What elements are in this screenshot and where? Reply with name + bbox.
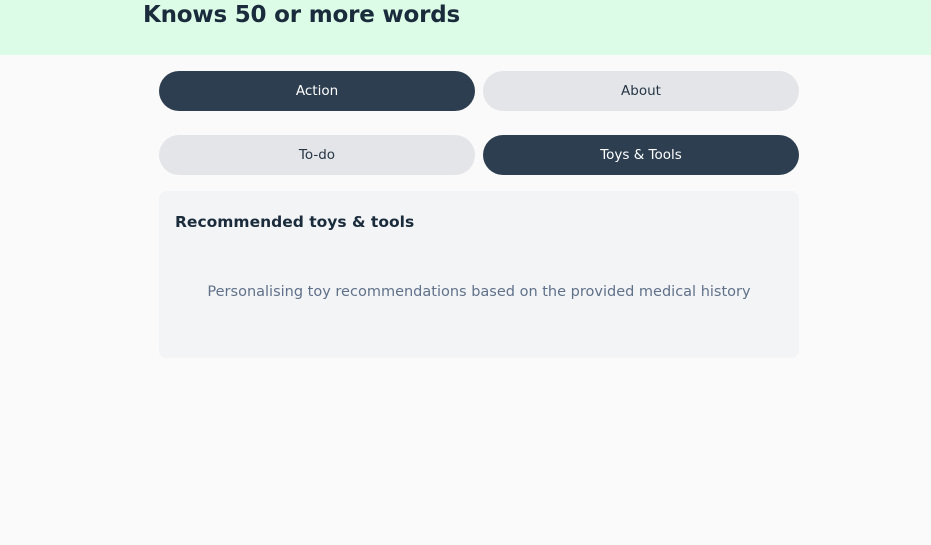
milestone-title: Knows 50 or more words (143, 2, 460, 28)
tab-action[interactable]: Action (159, 71, 475, 111)
recommended-toys-card: Recommended toys & tools Personalising t… (159, 191, 799, 358)
milestone-header: Knows 50 or more words (0, 0, 931, 55)
tab-todo[interactable]: To-do (159, 135, 475, 175)
card-title: Recommended toys & tools (175, 213, 415, 231)
tab-about[interactable]: About (483, 71, 799, 111)
loading-status-message: Personalising toy recommendations based … (207, 284, 751, 300)
tab-toys-and-tools[interactable]: Toys & Tools (483, 135, 799, 175)
